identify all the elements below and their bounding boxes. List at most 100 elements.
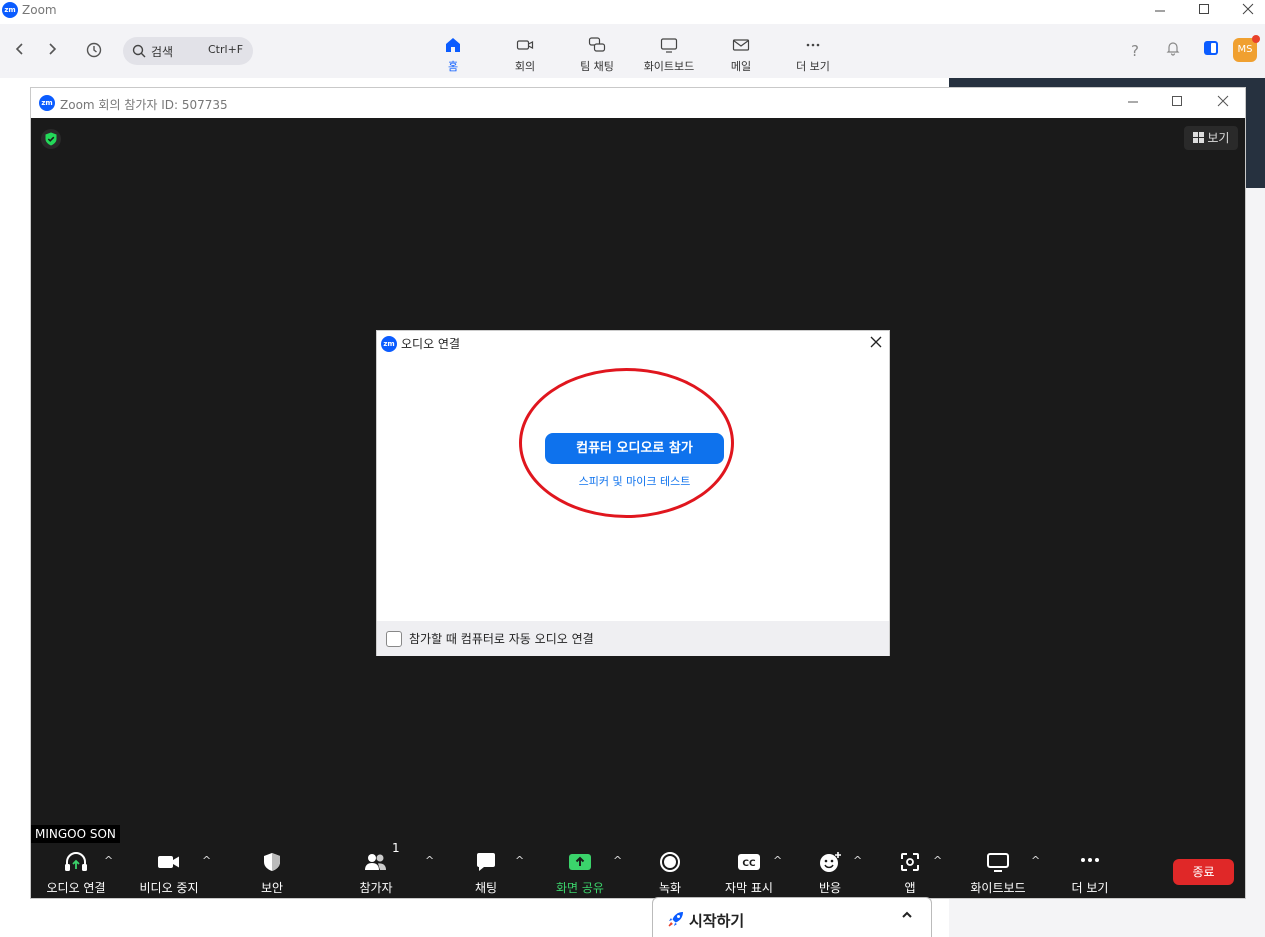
grid-view-icon bbox=[1192, 132, 1204, 143]
join-computer-audio-button[interactable]: 컴퓨터 오디오로 참가 bbox=[545, 433, 724, 464]
participants-count: 1 bbox=[392, 841, 400, 855]
maximize-button[interactable] bbox=[1181, 0, 1227, 24]
stop-video-label: 비디오 중지 bbox=[139, 881, 199, 895]
search-box[interactable]: 검색 Ctrl+F bbox=[123, 37, 253, 65]
search-shortcut: Ctrl+F bbox=[208, 43, 244, 56]
shield-icon bbox=[264, 853, 280, 871]
app-title: Zoom bbox=[22, 3, 57, 17]
getting-started-label: 시작하기 bbox=[689, 912, 745, 930]
apps-icon bbox=[901, 853, 919, 871]
participants-button[interactable]: 참가자 bbox=[331, 851, 421, 896]
chevron-up-icon[interactable] bbox=[901, 909, 913, 925]
tab-mail[interactable]: 메일 bbox=[706, 36, 776, 74]
getting-started-widget[interactable]: 시작하기 bbox=[652, 897, 932, 937]
tab-home[interactable]: 홈 bbox=[418, 36, 488, 74]
chat-icon bbox=[477, 853, 495, 871]
auto-connect-checkbox[interactable] bbox=[386, 631, 402, 647]
captions-options-caret[interactable]: ^ bbox=[773, 854, 782, 867]
record-icon bbox=[660, 852, 680, 872]
close-button[interactable] bbox=[1225, 0, 1265, 24]
close-icon bbox=[870, 336, 882, 348]
help-button[interactable]: ? bbox=[1124, 40, 1146, 62]
record-button[interactable]: 녹화 bbox=[625, 851, 715, 896]
history-button[interactable] bbox=[84, 41, 104, 61]
meeting-maximize-button[interactable] bbox=[1157, 92, 1197, 114]
zoom-logo-icon: zm bbox=[2, 2, 18, 18]
record-label: 녹화 bbox=[658, 881, 682, 895]
headphones-icon bbox=[65, 852, 87, 871]
zoom-logo-icon: zm bbox=[381, 336, 397, 352]
main-toolbar: 검색 Ctrl+F 홈 회의 팀 채팅 화이트보드 메일 더 보기 ? MS bbox=[0, 24, 1265, 78]
share-screen-icon bbox=[569, 854, 591, 870]
dialog-footer: 참가할 때 컴퓨터로 자동 오디오 연결 bbox=[377, 621, 889, 656]
avatar[interactable]: MS bbox=[1233, 35, 1260, 62]
auto-connect-label: 참가할 때 컴퓨터로 자동 오디오 연결 bbox=[409, 632, 594, 646]
forward-button[interactable] bbox=[42, 41, 62, 61]
tab-meetings[interactable]: 회의 bbox=[490, 36, 560, 74]
tab-more[interactable]: 더 보기 bbox=[778, 36, 848, 74]
join-audio-label: 오디오 연결 bbox=[46, 881, 106, 895]
view-button[interactable]: 보기 bbox=[1184, 126, 1238, 150]
dialog-close-button[interactable] bbox=[866, 333, 886, 353]
share-screen-label: 화면 공유 bbox=[556, 881, 604, 895]
chat-bubbles-icon bbox=[588, 37, 606, 52]
captions-label: 자막 표시 bbox=[725, 881, 773, 895]
participants-icon bbox=[365, 854, 386, 870]
chat-label: 채팅 bbox=[474, 881, 498, 895]
audio-options-caret[interactable]: ^ bbox=[104, 854, 113, 867]
share-options-caret[interactable]: ^ bbox=[613, 854, 622, 867]
meeting-minimize-button[interactable] bbox=[1113, 92, 1153, 114]
back-button[interactable] bbox=[10, 41, 30, 61]
mail-icon bbox=[732, 39, 750, 51]
dialog-title: 오디오 연결 bbox=[401, 337, 461, 351]
minimize-icon bbox=[1155, 10, 1165, 12]
close-icon bbox=[1242, 3, 1254, 15]
whiteboard-options-caret[interactable]: ^ bbox=[1031, 854, 1040, 867]
help-icon: ? bbox=[1131, 42, 1139, 60]
end-meeting-button[interactable]: 종료 bbox=[1173, 859, 1234, 885]
tab-meetings-label: 회의 bbox=[514, 60, 536, 73]
chat-options-caret[interactable]: ^ bbox=[515, 854, 524, 867]
stop-video-button[interactable]: 비디오 중지 bbox=[124, 851, 214, 896]
whiteboard-icon bbox=[987, 853, 1009, 872]
reactions-options-caret[interactable]: ^ bbox=[853, 854, 862, 867]
reactions-label: 반응 bbox=[818, 881, 842, 895]
more-button[interactable]: 더 보기 bbox=[1045, 851, 1135, 896]
video-options-caret[interactable]: ^ bbox=[202, 854, 211, 867]
maximize-icon bbox=[1172, 96, 1182, 106]
participant-name-tag: MINGOO SON bbox=[31, 825, 120, 843]
share-screen-button[interactable]: 화면 공유 bbox=[535, 851, 625, 896]
security-label: 보안 bbox=[260, 881, 284, 895]
tab-more-label: 더 보기 bbox=[796, 60, 830, 73]
close-icon bbox=[1217, 95, 1229, 107]
chevron-right-icon bbox=[49, 43, 57, 55]
meeting-titlebar: zm Zoom 회의 참가자 ID: 507735 bbox=[31, 88, 1245, 118]
participants-label: 참가자 bbox=[359, 881, 393, 895]
apps-options-caret[interactable]: ^ bbox=[933, 854, 942, 867]
maximize-icon bbox=[1199, 4, 1209, 14]
tab-team-chat[interactable]: 팀 채팅 bbox=[562, 36, 632, 74]
tab-home-label: 홈 bbox=[447, 60, 459, 73]
tab-mail-label: 메일 bbox=[730, 60, 752, 73]
whiteboard-icon bbox=[660, 38, 678, 53]
tab-whiteboard-label: 화이트보드 bbox=[643, 60, 695, 73]
panel-toggle-button[interactable] bbox=[1200, 40, 1222, 62]
notifications-button[interactable] bbox=[1162, 40, 1184, 62]
minimize-button[interactable] bbox=[1137, 0, 1183, 24]
participants-options-caret[interactable]: ^ bbox=[425, 854, 434, 867]
captions-icon: CC bbox=[738, 854, 760, 870]
minimize-icon bbox=[1128, 101, 1138, 103]
encryption-shield-icon[interactable] bbox=[41, 129, 61, 149]
history-icon bbox=[86, 42, 102, 58]
meeting-close-button[interactable] bbox=[1203, 92, 1243, 114]
avatar-initials: MS bbox=[1237, 44, 1253, 55]
zoom-logo-icon: zm bbox=[39, 95, 55, 111]
security-button[interactable]: 보안 bbox=[227, 851, 317, 896]
search-label: 검색 bbox=[151, 45, 174, 59]
test-speaker-mic-link[interactable]: 스피커 및 마이크 테스트 bbox=[527, 473, 742, 489]
home-icon bbox=[446, 38, 460, 52]
whiteboard-button[interactable]: 화이트보드 bbox=[953, 851, 1043, 896]
view-button-label: 보기 bbox=[1207, 131, 1230, 145]
app-titlebar: zm Zoom bbox=[0, 0, 1265, 24]
tab-whiteboard[interactable]: 화이트보드 bbox=[634, 36, 704, 74]
